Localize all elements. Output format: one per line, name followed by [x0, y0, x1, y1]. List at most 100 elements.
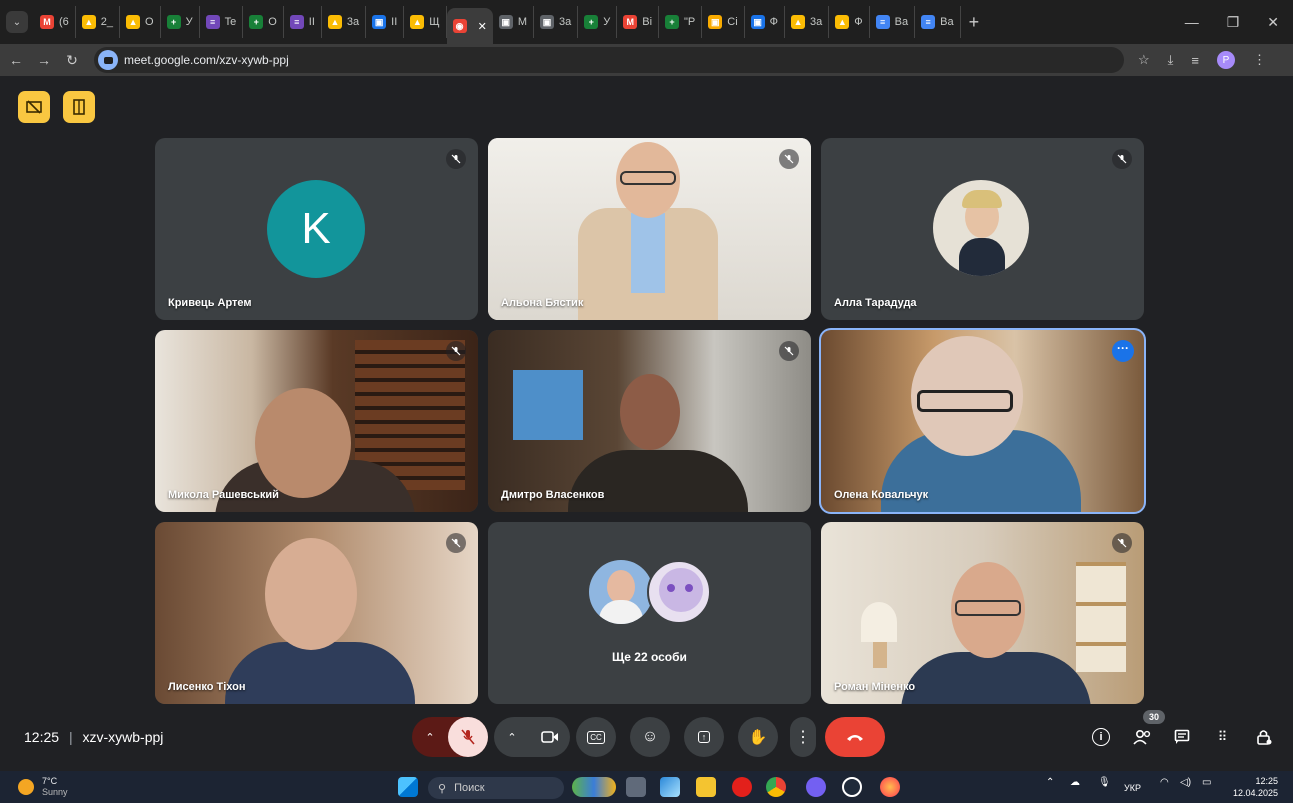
door-exit-icon[interactable]	[63, 91, 95, 123]
host-controls-button[interactable]	[1250, 723, 1278, 751]
chat-button[interactable]	[1168, 723, 1196, 751]
mic-off-button[interactable]	[448, 717, 488, 757]
browser-tab[interactable]: ▣ M	[493, 6, 534, 38]
participant-tile[interactable]: Дмитро Власенков	[488, 330, 811, 512]
onedrive-icon[interactable]: ☁	[1070, 777, 1080, 788]
task-view-icon[interactable]	[626, 777, 646, 797]
browser-tab[interactable]: ≡ II	[284, 6, 322, 38]
participants-count-badge: 30	[1143, 710, 1165, 724]
browser-tab[interactable]: ▲ 3a	[322, 6, 367, 38]
tab-title: Ф	[854, 16, 863, 28]
browser-tab[interactable]: M (6	[34, 6, 76, 38]
participant-tile[interactable]: K Кривець Артем	[155, 138, 478, 320]
tab-title: У	[185, 16, 193, 28]
microphone-icon[interactable]: 🎙	[1098, 777, 1111, 788]
browser-tab[interactable]: + "P	[659, 6, 703, 38]
participant-tile-active-speaker[interactable]: ··· Олена Ковальчук	[819, 328, 1146, 514]
tab-title: M	[517, 16, 527, 28]
more-actions-button[interactable]: ⋮	[790, 717, 816, 757]
browser-tab[interactable]: ▲ O	[120, 6, 161, 38]
language-indicator[interactable]: УКР	[1124, 783, 1141, 793]
people-button[interactable]	[1128, 723, 1156, 751]
browser-tab[interactable]: ≡ Ba	[915, 6, 961, 38]
taskbar-search[interactable]: ⚲ Поиск	[428, 777, 564, 799]
volume-icon[interactable]: ◁)	[1180, 777, 1191, 788]
windows-start-icon[interactable]	[398, 777, 418, 797]
browser-tab[interactable]: M Bi	[617, 6, 660, 38]
close-tab-icon[interactable]: ✕	[478, 20, 487, 33]
restore-icon[interactable]: ❐	[1227, 14, 1240, 31]
download-icon[interactable]: ⤓	[1168, 52, 1174, 68]
camera-options-chevron-icon[interactable]: ⌃	[494, 731, 530, 744]
battery-icon[interactable]: ▭	[1202, 777, 1211, 788]
wifi-icon[interactable]: ◠	[1160, 777, 1169, 788]
browser-tab[interactable]: ≡ Ba	[870, 6, 916, 38]
more-participants-tile[interactable]: Ще 22 особи	[488, 522, 811, 704]
copilot-icon[interactable]	[660, 777, 680, 797]
tab-search-icon[interactable]: ⌄	[6, 11, 28, 33]
minimize-icon[interactable]: —	[1185, 14, 1199, 31]
system-clock[interactable]: 12:25 12.04.2025	[1214, 775, 1278, 799]
image-icon: ▣	[539, 15, 554, 29]
weather-widget[interactable]: 7°C Sunny	[18, 776, 68, 798]
raise-hand-button[interactable]: ✋	[738, 717, 778, 757]
mic-options-chevron-icon[interactable]: ⌃	[412, 731, 448, 744]
image-icon: ▣	[708, 15, 723, 29]
image-icon: ▣	[498, 15, 513, 29]
tab-list: M (6 ▲ 2_ ▲ O + У ≡ Te + O ≡ II ▲ 3a ▣ II ▲ Щ ◉ ✕ ▣ M ▣ 3a + У M Bi + "…	[34, 0, 961, 44]
activities-button[interactable]: ⠿	[1208, 723, 1236, 751]
browser-tab[interactable]: ▲ 3a	[785, 6, 830, 38]
profile-avatar[interactable]: P	[1217, 51, 1235, 69]
meeting-info-button[interactable]: i	[1087, 723, 1115, 751]
back-arrow-icon[interactable]: ←	[4, 52, 28, 68]
browser-tab[interactable]: ▲ 2_	[76, 6, 121, 38]
tab-title: Bi	[642, 16, 653, 28]
kebab-menu-icon[interactable]: ⋮	[1253, 52, 1266, 68]
tray-chevron-icon[interactable]: ⌃	[1046, 777, 1054, 788]
participant-tile[interactable]: Альона Бястик	[488, 138, 811, 320]
reload-icon[interactable]: ↻	[60, 52, 84, 69]
browser-tab[interactable]: ▣ II	[366, 6, 405, 38]
participant-name: Микола Рашевський	[168, 489, 279, 501]
browser-tab[interactable]: ▣ Ci	[702, 6, 745, 38]
viber-icon[interactable]	[806, 777, 826, 797]
meeting-code: xzv-xywb-ppj	[82, 729, 164, 745]
browser-tab[interactable]: ≡ Te	[200, 6, 244, 38]
teamviewer-icon[interactable]	[842, 777, 862, 797]
chrome-icon[interactable]	[766, 777, 786, 797]
file-explorer-icon[interactable]	[696, 777, 716, 797]
site-info-icon[interactable]	[98, 50, 118, 70]
info-icon: i	[1092, 728, 1110, 746]
browser-tab[interactable]: ▲ Ф	[829, 6, 870, 38]
more-options-icon[interactable]: ···	[1112, 340, 1134, 362]
browser-tab[interactable]: + У	[578, 6, 618, 38]
opera-icon[interactable]	[732, 777, 752, 797]
participant-tile[interactable]: Алла Тарадуда	[821, 138, 1144, 320]
participant-tile[interactable]: Лисенко Тіхон	[155, 522, 478, 704]
camera-button[interactable]	[530, 731, 570, 743]
tab-title: (6	[59, 16, 69, 28]
browser-tab[interactable]: + У	[161, 6, 200, 38]
widgets-icon[interactable]	[572, 777, 616, 797]
leave-call-button[interactable]	[825, 717, 885, 757]
close-icon[interactable]: ✕	[1267, 14, 1279, 31]
browser-tab[interactable]: ▲ Щ	[404, 6, 447, 38]
emoji-button[interactable]: ☺	[630, 717, 670, 757]
bookmark-star-icon[interactable]: ☆	[1138, 52, 1150, 68]
forward-arrow-icon[interactable]: →	[32, 52, 56, 68]
browser-tab[interactable]: ▣ Ф	[745, 6, 786, 38]
new-tab-button[interactable]: +	[961, 12, 988, 33]
reading-list-icon[interactable]: ≡	[1191, 53, 1199, 68]
tab-title: Ci	[727, 16, 738, 28]
address-toolbar: ← → ↻ meet.google.com/xzv-xywb-ppj ☆ ⤓ ≡…	[0, 44, 1293, 76]
present-button[interactable]: ↑	[684, 717, 724, 757]
captions-button[interactable]: CC	[576, 717, 616, 757]
url-bar[interactable]: meet.google.com/xzv-xywb-ppj	[94, 47, 1124, 73]
browser-tab[interactable]: ◉ ✕	[446, 8, 493, 44]
no-image-icon[interactable]	[18, 91, 50, 123]
participant-tile[interactable]: Роман Міненко	[821, 522, 1144, 704]
browser-tab[interactable]: + O	[243, 6, 284, 38]
participant-tile[interactable]: Микола Рашевський	[155, 330, 478, 512]
browser-tab[interactable]: ▣ 3a	[534, 6, 579, 38]
firefox-icon[interactable]	[880, 777, 900, 797]
